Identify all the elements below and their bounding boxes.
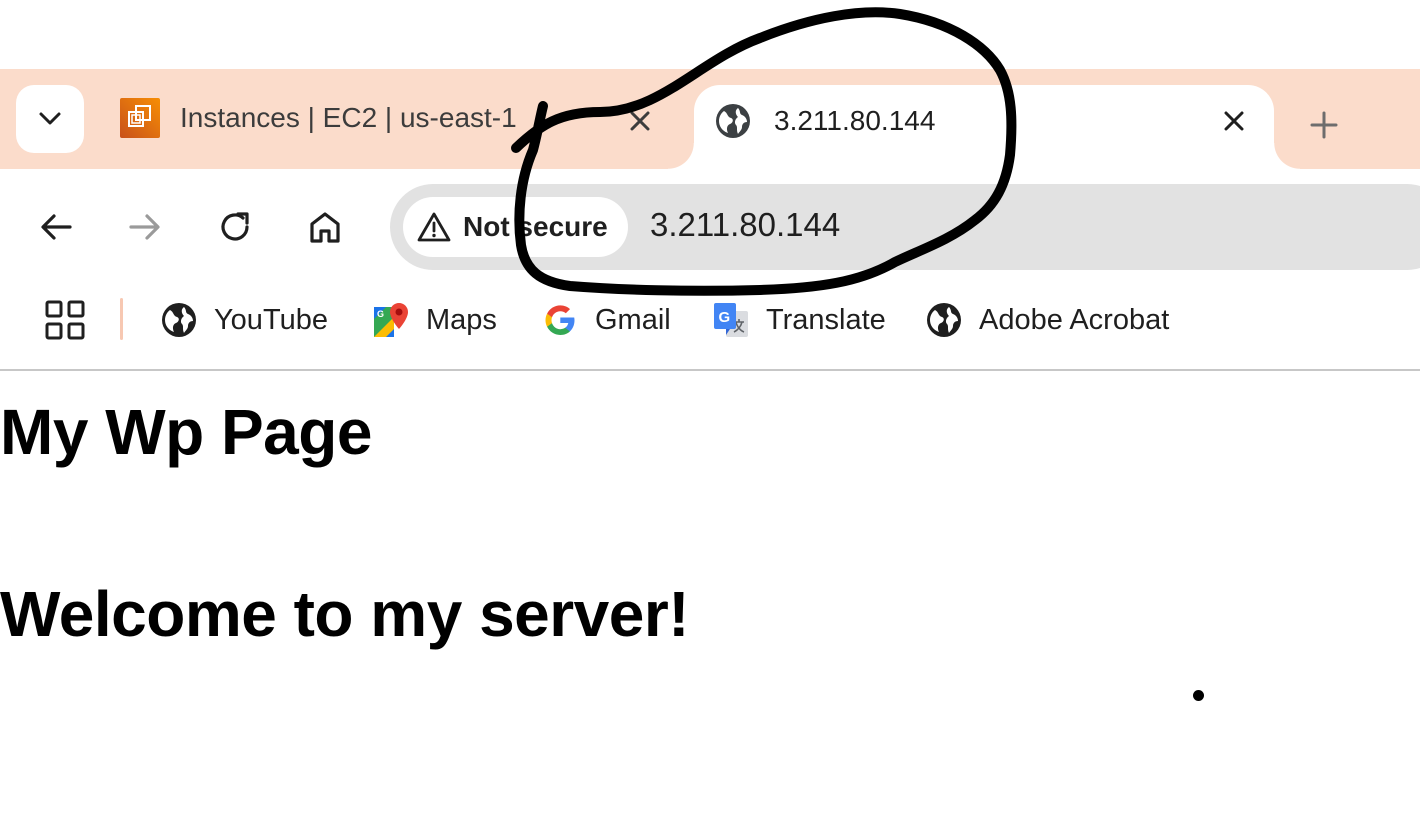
page-heading: My Wp Page: [0, 396, 372, 468]
globe-icon: [925, 301, 963, 339]
arrow-left-icon: [41, 214, 72, 240]
bookmark-label: Gmail: [595, 303, 671, 336]
google-g-icon: [541, 301, 579, 339]
chevron-down-icon: [39, 112, 61, 125]
home-button[interactable]: [301, 203, 349, 251]
bookmark-label: Maps: [426, 303, 497, 336]
tab-active-ip[interactable]: 3.211.80.144: [668, 85, 1300, 169]
bookmark-maps[interactable]: G Maps: [372, 298, 497, 342]
bookmark-gmail[interactable]: Gmail: [541, 298, 671, 342]
tab-close-button[interactable]: [1220, 107, 1248, 135]
url-text: 3.211.80.144: [650, 206, 841, 243]
reload-icon: [221, 212, 249, 241]
tab-instances-ec2[interactable]: Instances | EC2 | us-east-1: [100, 85, 690, 169]
tab-title: Instances | EC2 | us-east-1: [180, 102, 517, 133]
bookmarks-divider: [120, 298, 123, 340]
mouse-cursor-dot: [1193, 690, 1204, 701]
svg-text:G: G: [377, 309, 384, 319]
svg-text:G: G: [719, 309, 731, 326]
tab-strip: Instances | EC2 | us-east-1 3.211.80.144: [0, 69, 1420, 169]
plus-icon: [1310, 111, 1338, 139]
address-bar[interactable]: Not secure 3.211.80.144: [390, 184, 1420, 270]
globe-icon: [160, 301, 198, 339]
reload-button[interactable]: [211, 203, 259, 251]
close-icon: [630, 111, 650, 131]
tab-search-button[interactable]: [16, 85, 84, 153]
security-chip[interactable]: Not secure: [403, 197, 628, 257]
bookmark-label: Adobe Acrobat: [979, 303, 1170, 336]
bookmark-youtube[interactable]: YouTube: [160, 298, 328, 342]
tab-title: 3.211.80.144: [774, 105, 936, 136]
page-content: My Wp Page Welcome to my server!: [0, 371, 1420, 829]
forward-button[interactable]: [121, 203, 169, 251]
tab-close-button[interactable]: [626, 107, 654, 135]
bookmark-label: YouTube: [214, 303, 328, 336]
browser-window: Instances | EC2 | us-east-1 3.211.80.144: [0, 0, 1420, 829]
close-icon: [1224, 111, 1244, 131]
google-translate-icon: G: [712, 301, 750, 339]
aws-ec2-icon: [120, 98, 160, 138]
globe-icon: [716, 104, 750, 138]
back-button[interactable]: [32, 203, 80, 251]
security-label: Not secure: [463, 211, 608, 242]
bookmark-label: Translate: [766, 303, 886, 336]
home-icon: [310, 212, 340, 243]
bookmark-adobe-acrobat[interactable]: Adobe Acrobat: [925, 298, 1169, 342]
bookmark-translate[interactable]: G Translate: [712, 298, 886, 342]
google-maps-icon: G: [372, 301, 410, 339]
apps-grid-icon[interactable]: [44, 299, 86, 341]
page-subheading: Welcome to my server!: [0, 578, 690, 650]
arrow-right-icon: [129, 214, 160, 240]
warning-triangle-icon: [417, 212, 451, 242]
new-tab-button[interactable]: [1302, 103, 1346, 147]
bookmarks-bar: YouTube G Maps Gmail G Translate Adobe A…: [0, 290, 1420, 350]
